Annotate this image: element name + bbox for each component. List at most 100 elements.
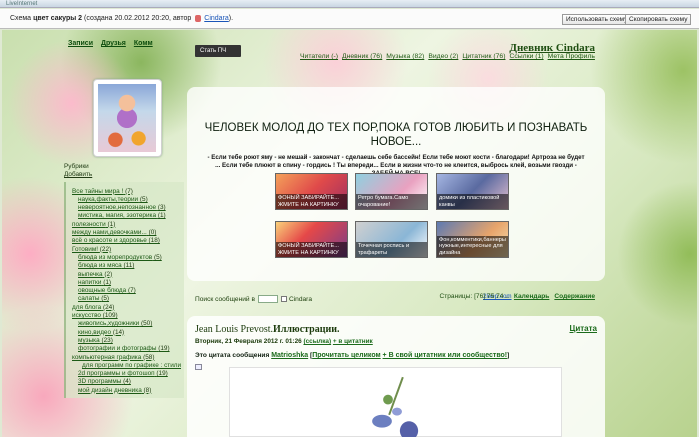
scheme-bar: Схема цвет сакуры 2 (создана 20.02.2012 … [0, 9, 699, 29]
pages-list[interactable]: Страницы: [76] 75 74 .. [439, 293, 508, 300]
post-author: Jean Louis Prevost. [195, 324, 274, 335]
diary-nav: Записи Друзья Комм [68, 40, 153, 47]
category-item[interactable]: живопись,художники (50) [72, 320, 181, 328]
category-label: 3D программы [78, 378, 122, 386]
category-count: (1) [157, 212, 166, 220]
category-item[interactable]: всё о красоте и здоровье (18) [72, 237, 181, 245]
category-count: (5) [153, 253, 162, 261]
counter-quotes[interactable]: Цитатник (76) [462, 53, 505, 60]
category-count: (1) [103, 278, 112, 286]
ad-tile[interactable]: ФОНЫЙ ЗАБИРАЙТЕ... ЖМИТЕ НА КАРТИНКУ [275, 173, 348, 210]
category-item[interactable]: между нами,девочками... (0) [72, 229, 181, 237]
category-item[interactable]: мистика, магия, эзотерика (1) [72, 212, 181, 220]
post-permalink[interactable]: (ссылка) [303, 338, 331, 345]
category-item[interactable]: мой дизайн дневника (8) [72, 387, 181, 395]
category-item[interactable]: блюда из морепродуктов (5) [72, 254, 181, 262]
category-item[interactable]: для программ по графике : стили, плагины… [72, 362, 181, 370]
ad-caption: Фон,комментики,баннеры нужные,интересные… [437, 235, 508, 257]
category-label: мой дизайн дневника [78, 386, 142, 394]
counter-video[interactable]: Видео (2) [428, 53, 458, 60]
counter-readers[interactable]: Читатели (-) [300, 53, 338, 60]
avatar[interactable] [93, 79, 162, 157]
category-label: выпечка [78, 270, 103, 278]
quote-author-link[interactable]: Matrioshka [271, 352, 308, 359]
categories-sidebar: Рубрики Добавить Все тайны мира ! (7) нау… [64, 163, 184, 399]
add-quote-link[interactable]: + В свой цитатник или сообщество! [383, 352, 508, 359]
category-count: (4) [123, 378, 131, 386]
category-count: (18) [148, 237, 160, 245]
search-label: Поиск сообщений в [195, 295, 255, 303]
category-item[interactable]: искусство (109) [72, 312, 181, 320]
add-category-link[interactable]: Добавить [64, 171, 184, 179]
post-title[interactable]: Jean Louis Prevost.Иллюстрации. [195, 324, 597, 335]
quote-prefix: Это цитата сообщения [195, 352, 270, 359]
become-reader-button[interactable]: Стать ПЧ [195, 45, 241, 57]
top-strip-text: LiveInternet [6, 1, 38, 7]
ad-tile[interactable]: домики из пластиковой канвы [436, 173, 509, 210]
calendar-link[interactable]: Календарь [514, 293, 549, 300]
category-item[interactable]: наука,факты,теории (5) [72, 196, 181, 204]
scheme-prefix: Схема [10, 15, 32, 22]
search-input[interactable] [257, 295, 278, 303]
category-item[interactable]: фотографии и фотографы (19) [72, 345, 181, 353]
nav-comments[interactable]: Комм [134, 40, 153, 47]
categories-list: Все тайны мира ! (7) наука,факты,теории (… [64, 181, 184, 399]
counter-links[interactable]: Ссылки (1) [509, 53, 543, 60]
category-count: (19) [156, 370, 168, 378]
ad-tile[interactable]: Фон,комментики,баннеры нужные,интересные… [436, 221, 509, 258]
counter-music[interactable]: Музыка (82) [386, 53, 424, 60]
pager: Страницы: [76] 75 74 .. Календарь Содерж… [439, 293, 595, 300]
scheme-author-link[interactable]: Cindara [204, 15, 229, 22]
category-item[interactable]: для блога (24) [72, 304, 181, 312]
category-item[interactable]: выпечка (2) [72, 271, 181, 279]
category-item[interactable]: салаты (5) [72, 295, 181, 303]
category-label: овощные блюда [78, 287, 127, 295]
category-item[interactable]: Готовим! (22) [72, 246, 181, 254]
counter-profile[interactable]: Мета Профиль [548, 53, 595, 60]
post-image [229, 367, 562, 437]
search-checkbox[interactable] [280, 296, 287, 302]
ad-caption: Ретро бумага.Само очарование! [356, 194, 427, 209]
post-meta: Вторник, 21 Февраля 2012 г. 01:26 (ссылк… [195, 338, 597, 345]
category-item[interactable]: компьютерная графика (58) [72, 354, 181, 362]
category-item[interactable]: блюда из мяса (11) [72, 262, 181, 270]
ad-tile[interactable]: Точечная роспись и трафареты [355, 221, 428, 258]
category-count: (5) [139, 195, 148, 203]
category-label: мистика, магия, эзотерика [78, 212, 157, 220]
category-item[interactable]: 2d программы и фотошоп (19) [72, 370, 181, 378]
category-item[interactable]: Все тайны мира ! (7) [72, 188, 181, 196]
ad-tile[interactable]: Ретро бумага.Само очарование! [355, 173, 428, 210]
category-count: (109) [102, 312, 118, 320]
category-item[interactable]: 3D программы (4) [72, 378, 181, 386]
category-count: (1) [107, 220, 116, 228]
hero-panel: ЧЕЛОВЕК МОЛОД ДО ТЕХ ПОР,ПОКА ГОТОВ ЛЮБИ… [187, 87, 605, 300]
copy-scheme-button[interactable]: Скопировать схему [625, 14, 692, 25]
category-label: компьютерная графика [72, 353, 142, 361]
ad-caption: ФОНЫЙ ЗАБИРАЙТЕ... ЖМИТЕ НА КАРТИНКУ [276, 242, 347, 257]
post-type-tag[interactable]: Цитата [570, 324, 598, 333]
nav-posts[interactable]: Записи [68, 40, 93, 47]
contents-link[interactable]: Содержание [554, 293, 595, 300]
read-full-link[interactable]: Прочитать целиком [312, 352, 381, 359]
image-icon [195, 364, 202, 370]
category-count: (14) [112, 328, 125, 336]
category-label: фотографии и фотографы [78, 345, 157, 353]
category-item[interactable]: полезности (1) [72, 221, 181, 229]
ad-tile[interactable]: ФОНЫЙ ЗАБИРАЙТЕ... ЖМИТЕ НА КАРТИНКУ [275, 221, 348, 258]
category-label: Все тайны мира ! [72, 187, 124, 195]
category-item[interactable]: кино,видео (14) [72, 329, 181, 337]
category-label: для программ по графике : стили, плагины… [82, 361, 181, 369]
category-label: Готовим! [72, 245, 98, 253]
category-label: кино,видео [78, 328, 112, 336]
category-item[interactable]: напитки (1) [72, 279, 181, 287]
category-item[interactable]: невероятное,непознанное (3) [72, 204, 181, 212]
post-add-to-quotes[interactable]: + в цитатник [333, 338, 373, 345]
category-label: музыка [78, 336, 100, 344]
nav-friends[interactable]: Друзья [101, 40, 126, 47]
post-date: Вторник, 21 Февраля 2012 г. 01:26 [195, 338, 302, 345]
category-item[interactable]: овощные блюда (7) [72, 287, 181, 295]
post-title-text: Иллюстрации. [273, 324, 340, 335]
counter-diary[interactable]: Дневник (76) [342, 53, 382, 60]
use-scheme-button[interactable]: Использовать схему [562, 14, 632, 25]
category-item[interactable]: музыка (23) [72, 337, 181, 345]
